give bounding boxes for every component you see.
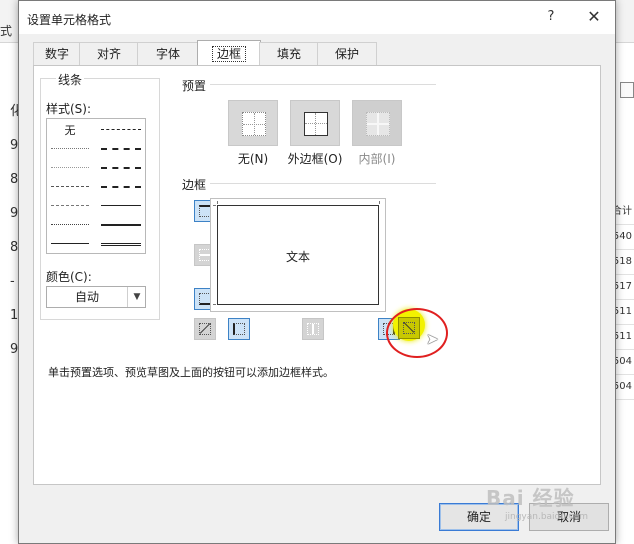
line-color-label: 颜色(C):: [46, 270, 92, 284]
border-inside-vertical-button[interactable]: [302, 318, 324, 340]
line-color-select[interactable]: 自动 ▼: [46, 286, 146, 308]
help-button[interactable]: ?: [541, 7, 561, 27]
line-style-option[interactable]: [51, 243, 89, 244]
preset-outline-icon-line: [315, 113, 316, 135]
background-cell: 9: [10, 342, 19, 357]
tab-number[interactable]: 数字: [33, 42, 81, 65]
tab-font[interactable]: 字体: [137, 42, 199, 65]
line-group-legend: 线条: [56, 71, 85, 88]
preset-none-icon-line: [243, 124, 265, 125]
border-hint-text: 单击预置选项、预览草图及上面的按钮可以添加边框样式。: [48, 366, 334, 379]
line-style-option[interactable]: [51, 186, 89, 187]
background-sheet-icon: [620, 82, 634, 98]
preset-inside-button[interactable]: [352, 100, 402, 146]
preset-none-button[interactable]: [228, 100, 278, 146]
dialog-title: 设置单元格格式: [27, 13, 112, 27]
preset-none-label: 无(N): [237, 152, 269, 166]
tab-label: 数字: [44, 47, 69, 61]
border-preview[interactable]: 文本: [210, 198, 386, 312]
chevron-down-icon[interactable]: ▼: [127, 287, 146, 307]
border-left-icon: [233, 323, 245, 335]
border-inside-vertical-icon-line: [312, 324, 314, 334]
line-style-none[interactable]: 无: [47, 122, 93, 138]
preset-title: 预置: [182, 79, 207, 93]
background-left-column: 化 9 8 9 8 - 1 9: [0, 95, 24, 367]
line-color-value: 自动: [74, 290, 99, 304]
line-style-option[interactable]: [101, 224, 141, 226]
border-title: 边框: [182, 178, 207, 192]
line-style-option[interactable]: [51, 224, 89, 225]
line-style-option[interactable]: [51, 205, 89, 206]
preset-inside-icon: [366, 112, 390, 136]
border-divider: [210, 183, 436, 184]
preset-outline-icon-line: [305, 123, 327, 124]
line-style-option[interactable]: [101, 167, 141, 169]
preset-outline-icon: [304, 112, 328, 136]
watermark-logo: Bai 经验: [486, 486, 575, 510]
border-panel: 线条 样式(S): 无 颜色(C): 自动 ▼ 预置 无(N) 外边框(O) 内…: [33, 65, 601, 485]
tab-label: 对齐: [96, 47, 121, 61]
line-style-option[interactable]: [101, 205, 141, 206]
background-cell: 8: [10, 240, 19, 255]
preset-outline-label: 外边框(O): [287, 152, 343, 166]
preset-outline-button[interactable]: [290, 100, 340, 146]
border-diagonal-up-icon-line: [199, 323, 211, 334]
preset-divider: [210, 84, 436, 85]
line-style-label: 样式(S):: [46, 102, 92, 116]
tab-alignment[interactable]: 对齐: [79, 42, 139, 65]
background-cell: 9: [10, 206, 19, 221]
tab-label: 字体: [155, 47, 180, 61]
border-diagonal-up-button[interactable]: [194, 318, 216, 340]
line-style-list[interactable]: 无: [46, 118, 146, 254]
border-inside-horizontal-icon-line: [200, 254, 210, 256]
border-left-button[interactable]: [228, 318, 250, 340]
tab-protection[interactable]: 保护: [317, 42, 377, 65]
preview-tick: [213, 304, 216, 305]
close-button[interactable]: ✕: [581, 5, 607, 29]
preview-text: 文本: [285, 250, 310, 264]
background-cell: 1: [10, 308, 19, 323]
border-inside-vertical-icon: [307, 323, 319, 335]
line-style-option[interactable]: [101, 129, 141, 130]
preset-inside-icon-line: [367, 123, 389, 125]
tab-label: 保护: [334, 47, 359, 61]
dialog-titlebar[interactable]: 设置单元格格式 ? ✕: [19, 1, 615, 34]
preset-none-icon: [242, 112, 266, 136]
line-style-option[interactable]: [51, 167, 89, 168]
line-style-option[interactable]: [51, 148, 89, 149]
preview-tick: [379, 201, 380, 204]
line-style-option[interactable]: [101, 148, 141, 150]
tab-border[interactable]: 边框: [197, 40, 261, 65]
tab-label: 填充: [276, 47, 301, 61]
watermark-url: jingyan.baidu.com: [505, 512, 589, 522]
preview-cell[interactable]: 文本: [217, 205, 379, 305]
preview-tick: [213, 205, 216, 206]
border-diagonal-up-icon: [199, 323, 211, 335]
background-cell: -: [10, 274, 15, 289]
preview-tick: [217, 201, 218, 204]
background-left-text: 式: [0, 24, 13, 38]
tab-label: 边框: [211, 46, 246, 62]
format-cells-dialog: 设置单元格格式 ? ✕ 数字 对齐 字体 边框 填充 保护 线条 样式(S): …: [18, 0, 616, 544]
background-cell: 8: [10, 172, 19, 187]
background-cell: 化: [10, 104, 24, 119]
preset-inside-label: 内部(I): [358, 152, 396, 166]
line-style-option[interactable]: [101, 186, 141, 188]
line-style-option[interactable]: [101, 243, 141, 246]
mouse-cursor-icon: ➤: [426, 330, 439, 348]
background-cell: 9: [10, 138, 19, 153]
tab-fill[interactable]: 填充: [259, 42, 319, 65]
